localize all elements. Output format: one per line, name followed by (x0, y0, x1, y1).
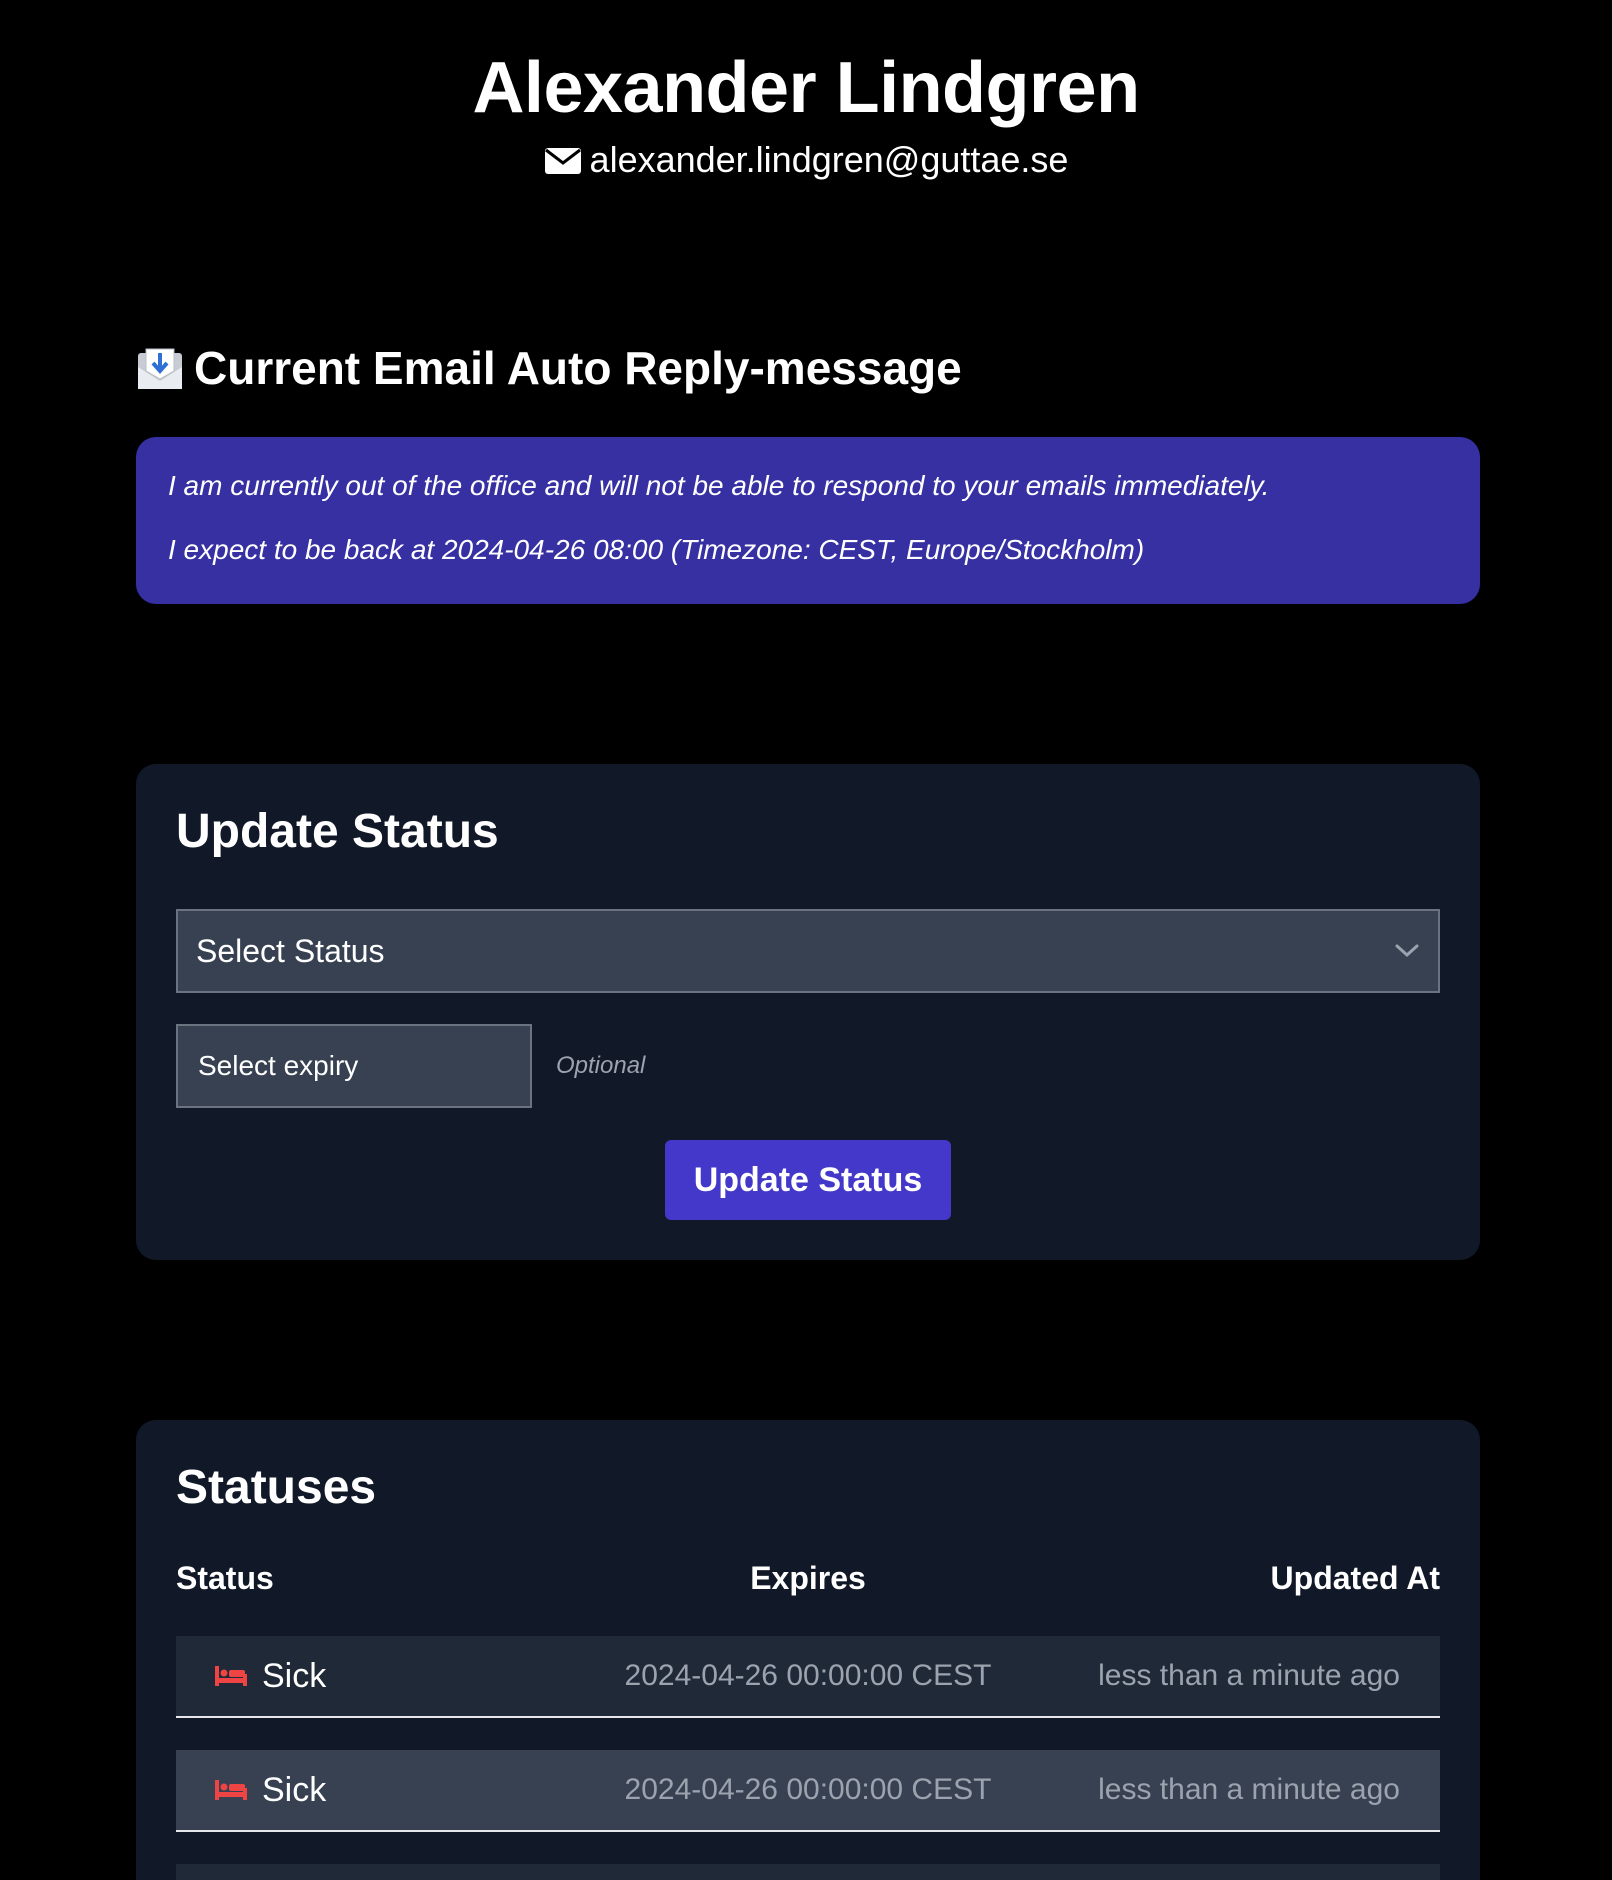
auto-reply-title: Current Email Auto Reply-message (194, 342, 962, 394)
page: Alexander Lindgren alexander.lindgren@gu… (0, 0, 1612, 1880)
update-status-title: Update Status (176, 805, 499, 858)
user-email-line: alexander.lindgren@guttae.se (544, 138, 1069, 182)
auto-reply-message: I am currently out of the office and wil… (136, 437, 1480, 604)
table-row: Sick 2024-04-26 00:00:00 CEST less than … (176, 1750, 1440, 1832)
envelope-icon (544, 145, 582, 175)
auto-reply-heading: Current Email Auto Reply-message (136, 340, 962, 396)
profile-header: Alexander Lindgren alexander.lindgren@gu… (0, 40, 1612, 182)
status-select[interactable]: Select Status (176, 909, 1440, 993)
table-row (176, 1864, 1440, 1880)
status-select-value: Select Status (196, 932, 385, 969)
chevron-down-icon (1394, 943, 1420, 959)
table-row: Sick 2024-04-26 00:00:00 CEST less than … (176, 1636, 1440, 1718)
column-header-expires: Expires (750, 1560, 866, 1596)
user-name: Alexander Lindgren (472, 48, 1140, 128)
statuses-title: Statuses (176, 1461, 377, 1514)
statuses-card: Statuses Status Expires Updated At Sick (136, 1420, 1480, 1880)
update-status-button[interactable]: Update Status (665, 1140, 951, 1220)
auto-reply-line: I am currently out of the office and wil… (168, 470, 1270, 501)
envelope-with-arrow-icon (136, 345, 184, 391)
user-email[interactable]: alexander.lindgren@guttae.se (590, 138, 1069, 182)
update-status-card: Update Status Select Status Select expir… (136, 764, 1480, 1260)
table-header: Status Expires Updated At (176, 1560, 1440, 1600)
optional-hint: Optional (556, 1052, 646, 1079)
expiry-placeholder: Select expiry (198, 1050, 359, 1081)
auto-reply-line: I expect to be back at 2024-04-26 08:00 … (168, 534, 1145, 565)
updated-at-cell: less than a minute ago (1098, 1659, 1400, 1692)
updated-at-cell: less than a minute ago (1098, 1773, 1400, 1806)
expiry-input[interactable]: Select expiry (176, 1024, 532, 1108)
column-header-updated-at: Updated At (1270, 1560, 1440, 1596)
